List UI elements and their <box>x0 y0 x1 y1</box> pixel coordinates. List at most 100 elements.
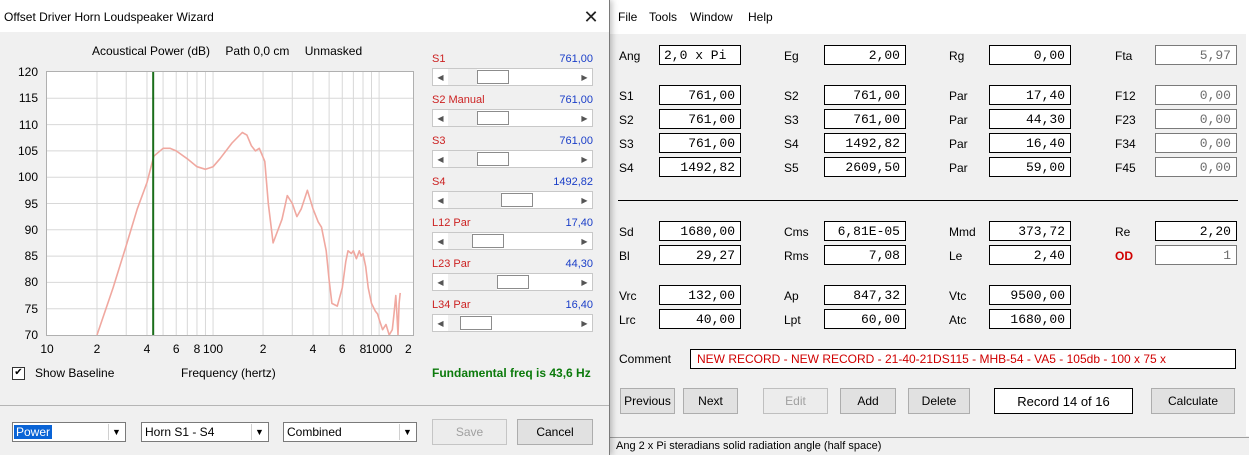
arrow-left-icon[interactable]: ◀ <box>433 192 448 208</box>
field-par-2[interactable]: 44,30 <box>989 109 1071 129</box>
slider-track[interactable] <box>448 315 460 331</box>
field-par-1[interactable]: 17,40 <box>989 85 1071 105</box>
slider-thumb[interactable] <box>477 111 510 125</box>
slider-thumb[interactable] <box>472 234 505 248</box>
field-f34: 0,00 <box>1155 133 1237 153</box>
label-rg: Rg <box>949 49 965 63</box>
field-lrc[interactable]: 40,00 <box>659 309 741 329</box>
field-atc[interactable]: 1680,00 <box>989 309 1071 329</box>
field-s5[interactable]: 2609,50 <box>824 157 906 177</box>
field-s2b[interactable]: 761,00 <box>659 109 741 129</box>
slider-track[interactable] <box>448 110 478 126</box>
slider-scrollbar[interactable]: ◀ ▶ <box>432 191 593 209</box>
x-axis-title: Frequency (hertz) <box>181 366 276 380</box>
arrow-right-icon[interactable]: ▶ <box>577 274 592 290</box>
field-rms[interactable]: 7,08 <box>824 245 906 265</box>
field-re[interactable]: 2,20 <box>1155 221 1237 241</box>
slider-value: 761,00 <box>559 135 593 147</box>
label-re: Re <box>1115 225 1131 239</box>
cancel-button[interactable]: Cancel <box>517 419 593 445</box>
arrow-left-icon[interactable]: ◀ <box>433 69 448 85</box>
slider-label: S4 <box>432 176 446 188</box>
slider-track[interactable] <box>448 274 497 290</box>
menu-file[interactable]: File <box>618 10 637 24</box>
label-s4b: S4 <box>619 161 634 175</box>
field-s2[interactable]: 761,00 <box>824 85 906 105</box>
field-rg[interactable]: 0,00 <box>989 45 1071 65</box>
field-par-3[interactable]: 16,40 <box>989 133 1071 153</box>
arrow-left-icon[interactable]: ◀ <box>433 315 448 331</box>
slider-value: 16,40 <box>565 299 593 311</box>
field-s4[interactable]: 1492,82 <box>824 133 906 153</box>
menu-window[interactable]: Window <box>690 10 733 24</box>
chevron-down-icon[interactable]: ▼ <box>251 424 267 440</box>
label-lrc: Lrc <box>619 313 636 327</box>
chevron-down-icon[interactable]: ▼ <box>108 424 124 440</box>
save-button: Save <box>432 419 507 445</box>
field-sd[interactable]: 1680,00 <box>659 221 741 241</box>
arrow-left-icon[interactable]: ◀ <box>433 151 448 167</box>
next-button[interactable]: Next <box>683 388 738 414</box>
arrow-right-icon[interactable]: ▶ <box>577 110 592 126</box>
checkbox-check-icon[interactable]: ✔ <box>12 366 25 380</box>
calculate-button[interactable]: Calculate <box>1151 388 1235 414</box>
previous-button[interactable]: Previous <box>620 388 675 414</box>
horn-wizard-dialog: Offset Driver Horn Loudspeaker Wizard ✕ … <box>0 0 610 455</box>
field-le[interactable]: 2,40 <box>989 245 1071 265</box>
field-s1[interactable]: 761,00 <box>659 85 741 105</box>
slider-scrollbar[interactable]: ◀ ▶ <box>432 109 593 127</box>
chevron-down-icon[interactable]: ▼ <box>399 424 415 440</box>
field-s3[interactable]: 761,00 <box>824 109 906 129</box>
arrow-right-icon[interactable]: ▶ <box>577 233 592 249</box>
field-s4b[interactable]: 1492,82 <box>659 157 741 177</box>
arrow-left-icon[interactable]: ◀ <box>433 110 448 126</box>
comment-field[interactable]: NEW RECORD - NEW RECORD - 21-40-21DS115 … <box>690 349 1236 369</box>
output-select[interactable]: Combined ▼ <box>283 422 417 442</box>
slider-thumb[interactable] <box>501 193 534 207</box>
field-fta: 5,97 <box>1155 45 1237 65</box>
arrow-left-icon[interactable]: ◀ <box>433 274 448 290</box>
menu-tools[interactable]: Tools <box>649 10 677 24</box>
slider-scrollbar[interactable]: ◀ ▶ <box>432 314 593 332</box>
arrow-left-icon[interactable]: ◀ <box>433 233 448 249</box>
field-ang[interactable]: 2,0 x Pi <box>659 45 741 65</box>
parameter-panel: Ang 2,0 x Pi Eg 2,00 Rg 0,00 Fta 5,97 S1… <box>610 34 1249 436</box>
label-s2b: S2 <box>619 113 634 127</box>
fundamental-frequency: Fundamental freq is 43,6 Hz <box>432 366 591 380</box>
field-od: 1 <box>1155 245 1237 265</box>
delete-button[interactable]: Delete <box>908 388 970 414</box>
field-par-4[interactable]: 59,00 <box>989 157 1071 177</box>
slider-thumb[interactable] <box>477 70 510 84</box>
slider-scrollbar[interactable]: ◀ ▶ <box>432 150 593 168</box>
range-select[interactable]: Horn S1 - S4 ▼ <box>141 422 269 442</box>
slider-scrollbar[interactable]: ◀ ▶ <box>432 68 593 86</box>
slider-track[interactable] <box>448 192 502 208</box>
arrow-right-icon[interactable]: ▶ <box>577 69 592 85</box>
field-vrc[interactable]: 132,00 <box>659 285 741 305</box>
mode-select[interactable]: Power ▼ <box>12 422 126 442</box>
chart-svg <box>47 72 413 335</box>
close-icon[interactable]: ✕ <box>575 4 607 30</box>
field-s3b[interactable]: 761,00 <box>659 133 741 153</box>
slider-thumb[interactable] <box>496 275 529 289</box>
field-vtc[interactable]: 9500,00 <box>989 285 1071 305</box>
field-lpt[interactable]: 60,00 <box>824 309 906 329</box>
slider-track[interactable] <box>448 233 473 249</box>
field-mmd[interactable]: 373,72 <box>989 221 1071 241</box>
slider-scrollbar[interactable]: ◀ ▶ <box>432 232 593 250</box>
slider-track[interactable] <box>448 151 478 167</box>
menu-help[interactable]: Help <box>748 10 773 24</box>
slider-thumb[interactable] <box>459 316 492 330</box>
arrow-right-icon[interactable]: ▶ <box>577 315 592 331</box>
field-ap[interactable]: 847,32 <box>824 285 906 305</box>
slider-scrollbar[interactable]: ◀ ▶ <box>432 273 593 291</box>
arrow-right-icon[interactable]: ▶ <box>577 151 592 167</box>
field-cms[interactable]: 6,81E-05 <box>824 221 906 241</box>
add-button[interactable]: Add <box>840 388 896 414</box>
field-eg[interactable]: 2,00 <box>824 45 906 65</box>
arrow-right-icon[interactable]: ▶ <box>577 192 592 208</box>
slider-track[interactable] <box>448 69 478 85</box>
field-bl[interactable]: 29,27 <box>659 245 741 265</box>
slider-thumb[interactable] <box>477 152 510 166</box>
show-baseline-checkbox[interactable]: ✔ Show Baseline <box>12 366 114 380</box>
